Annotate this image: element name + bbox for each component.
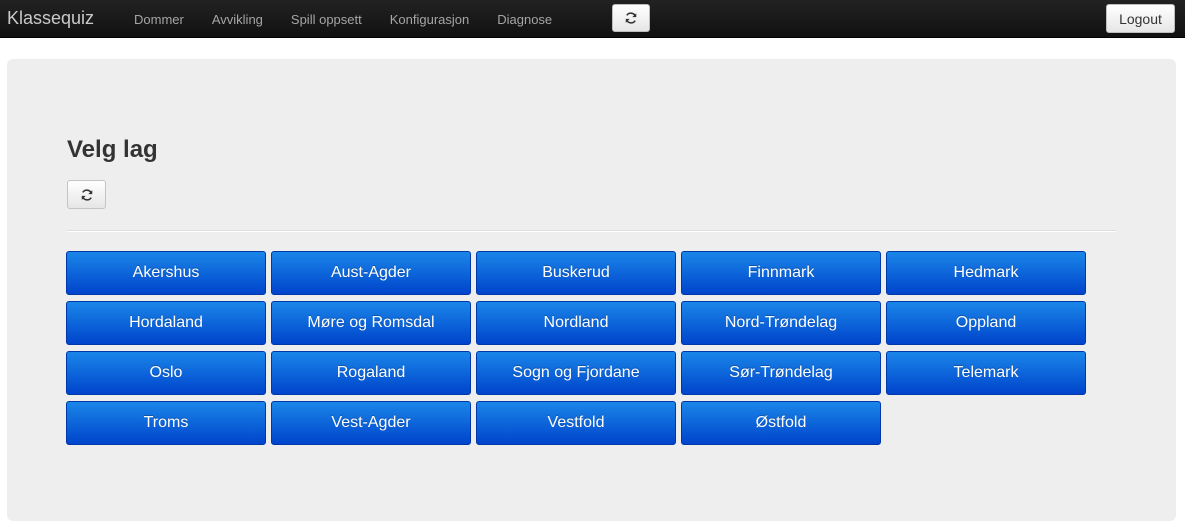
team-button-oppland[interactable]: Oppland [886, 301, 1086, 345]
team-button-oslo[interactable]: Oslo [66, 351, 266, 395]
refresh-icon [624, 11, 638, 25]
team-button-vest-agder[interactable]: Vest-Agder [271, 401, 471, 445]
team-button-ostfold[interactable]: Østfold [681, 401, 881, 445]
logout-button[interactable]: Logout [1106, 4, 1175, 33]
nav-item-spill-oppsett[interactable]: Spill oppsett [277, 12, 376, 27]
team-button-aust-agder[interactable]: Aust-Agder [271, 251, 471, 295]
team-button-finnmark[interactable]: Finnmark [681, 251, 881, 295]
team-button-vestfold[interactable]: Vestfold [476, 401, 676, 445]
page-title: Velg lag [67, 136, 158, 163]
team-button-hedmark[interactable]: Hedmark [886, 251, 1086, 295]
nav-refresh-button[interactable] [612, 4, 650, 32]
team-button-buskerud[interactable]: Buskerud [476, 251, 676, 295]
team-button-akershus[interactable]: Akershus [66, 251, 266, 295]
team-button-troms[interactable]: Troms [66, 401, 266, 445]
team-button-more-og-romsdal[interactable]: Møre og Romsdal [271, 301, 471, 345]
teams-refresh-button[interactable] [67, 180, 106, 209]
team-button-telemark[interactable]: Telemark [886, 351, 1086, 395]
refresh-icon [80, 188, 94, 202]
nav-menu: Dommer Avvikling Spill oppsett Konfigura… [120, 0, 566, 38]
team-button-nordland[interactable]: Nordland [476, 301, 676, 345]
team-button-rogaland[interactable]: Rogaland [271, 351, 471, 395]
team-button-sogn-og-fjordane[interactable]: Sogn og Fjordane [476, 351, 676, 395]
nav-item-avvikling[interactable]: Avvikling [198, 12, 277, 27]
team-button-hordaland[interactable]: Hordaland [66, 301, 266, 345]
top-navbar: Klassequiz Dommer Avvikling Spill oppset… [0, 0, 1185, 38]
team-button-sor-trondelag[interactable]: Sør-Trøndelag [681, 351, 881, 395]
team-grid: Akershus Aust-Agder Buskerud Finnmark He… [66, 251, 1096, 445]
nav-item-diagnose[interactable]: Diagnose [483, 12, 566, 27]
team-button-nord-trondelag[interactable]: Nord-Trøndelag [681, 301, 881, 345]
section-divider [67, 230, 1116, 232]
nav-item-konfigurasjon[interactable]: Konfigurasjon [376, 12, 484, 27]
nav-item-dommer[interactable]: Dommer [120, 12, 198, 27]
brand-logo[interactable]: Klassequiz [7, 7, 94, 29]
